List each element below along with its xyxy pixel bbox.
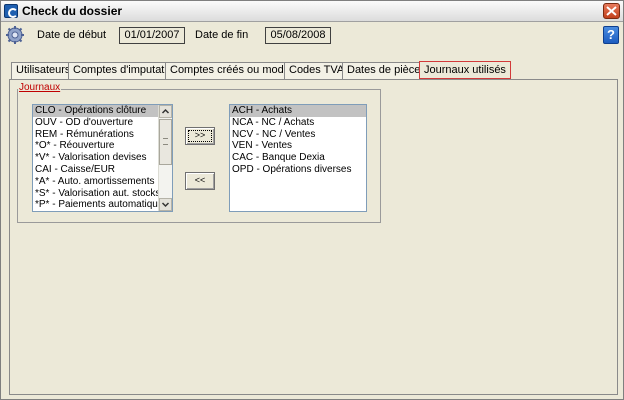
list-item[interactable]: *O* - Réouverture — [33, 140, 172, 152]
scroll-thumb[interactable] — [159, 119, 172, 165]
list-item[interactable]: OPD - Opérations diverses — [230, 164, 366, 176]
gear-icon — [6, 26, 24, 44]
list-item[interactable]: *S* - Valorisation aut. stocks — [33, 188, 172, 200]
app-icon — [4, 4, 18, 18]
close-button[interactable] — [603, 3, 620, 19]
check-dossier-window: Check du dossier Date de début 01/01/200… — [0, 0, 624, 400]
selected-journals-list[interactable]: ACH - Achats NCA - NC / Achats NCV - NC … — [229, 104, 367, 212]
add-journal-button[interactable]: >> — [185, 127, 215, 145]
list-item[interactable]: NCV - NC / Ventes — [230, 129, 366, 141]
list-item[interactable]: REM - Rémunérations — [33, 129, 172, 141]
scroll-down-button[interactable] — [159, 198, 172, 211]
list-item[interactable]: CAI - Caisse/EUR — [33, 164, 172, 176]
date-header: Date de début 01/01/2007 Date de fin 05/… — [1, 22, 623, 48]
tab-journaux-utilises[interactable]: Journaux utilisés — [419, 61, 511, 79]
list-item[interactable]: CLO - Opérations clôture — [33, 105, 172, 117]
end-date-field[interactable]: 05/08/2008 — [265, 27, 331, 44]
chevron-down-icon — [161, 202, 170, 208]
list-item[interactable]: ACH - Achats — [230, 105, 366, 117]
list-item[interactable]: CAC - Banque Dexia — [230, 152, 366, 164]
list-scrollbar[interactable] — [158, 105, 172, 211]
journaux-legend: Journaux — [18, 82, 62, 93]
start-date-label: Date de début — [37, 29, 107, 41]
list-item[interactable]: OUV - OD d'ouverture — [33, 117, 172, 129]
window-title: Check du dossier — [22, 4, 123, 18]
help-button[interactable]: ? — [603, 26, 619, 44]
available-journals-list[interactable]: CLO - Opérations clôture OUV - OD d'ouve… — [32, 104, 173, 212]
title-bar[interactable]: Check du dossier — [1, 1, 623, 22]
list-item[interactable]: *V* - Valorisation devises — [33, 152, 172, 164]
list-item[interactable]: *P* - Paiements automatiques — [33, 199, 172, 211]
scroll-up-button[interactable] — [159, 105, 172, 118]
start-date-field[interactable]: 01/01/2007 — [119, 27, 185, 44]
close-icon — [606, 6, 617, 16]
list-item[interactable]: VEN - Ventes — [230, 140, 366, 152]
list-item[interactable]: NCA - NC / Achats — [230, 117, 366, 129]
tab-utilisateurs[interactable]: Utilisateurs — [11, 62, 76, 79]
tab-codes-tva[interactable]: Codes TVA — [284, 62, 350, 79]
list-item[interactable]: *A* - Auto. amortissements — [33, 176, 172, 188]
tab-dates-pieces[interactable]: Dates de pièces — [342, 62, 431, 79]
end-date-label: Date de fin — [195, 29, 249, 41]
chevron-up-icon — [161, 108, 170, 114]
remove-journal-button[interactable]: << — [185, 172, 215, 190]
